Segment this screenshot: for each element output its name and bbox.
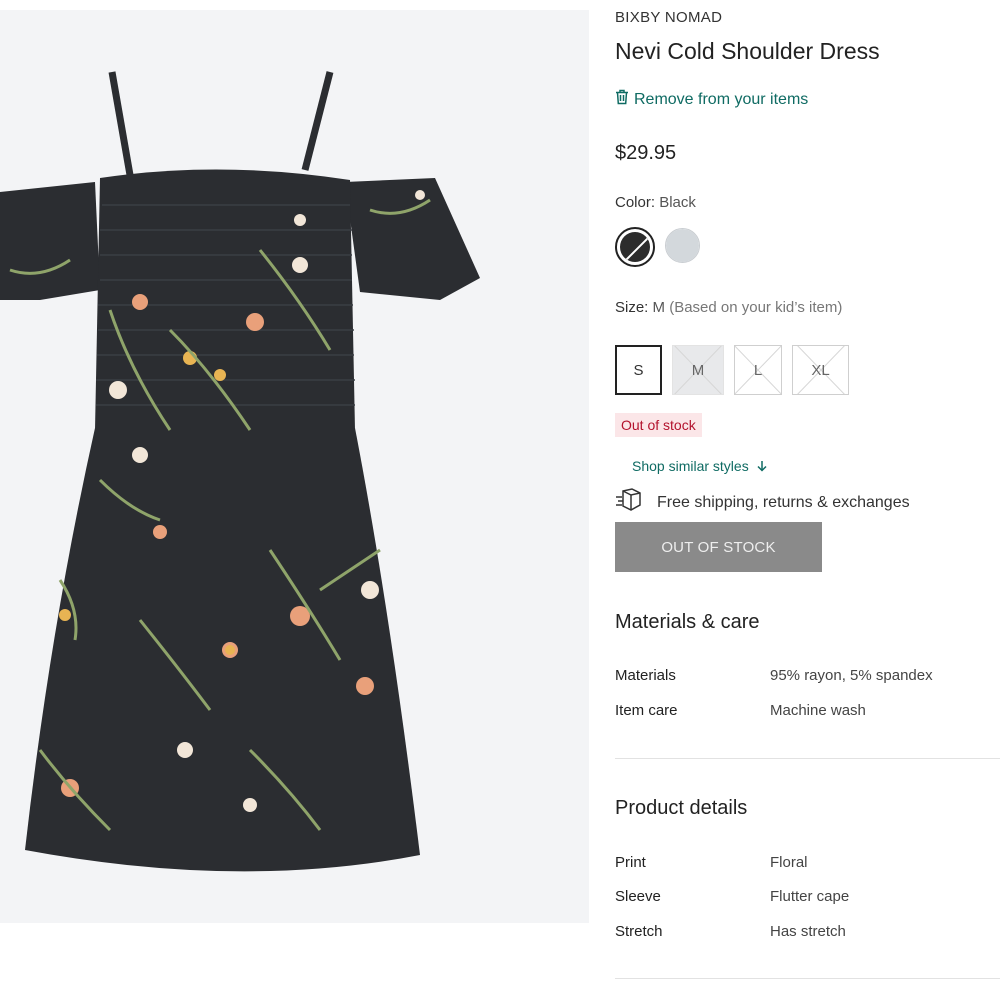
out-of-stock-button[interactable]: OUT OF STOCK xyxy=(615,522,822,572)
product-image[interactable] xyxy=(0,10,589,923)
left-sleeve xyxy=(0,182,100,300)
shop-similar-label: Shop similar styles xyxy=(632,458,749,474)
swatch-black[interactable] xyxy=(615,227,655,267)
spec-key: Item care xyxy=(615,702,678,719)
product-details-title: Product details xyxy=(615,797,748,819)
size-option-s[interactable]: S xyxy=(615,345,662,395)
color-label-row: Color: Black xyxy=(615,194,696,211)
size-label: Size: xyxy=(615,299,649,316)
shipping-text: Free shipping, returns & exchanges xyxy=(657,493,910,511)
brand-name[interactable]: BIXBY NOMAD xyxy=(615,9,722,26)
product-details-panel: BIXBY NOMAD Nevi Cold Shoulder Dress Rem… xyxy=(615,0,1000,1000)
size-label-row: Size: M (Based on your kid’s item) xyxy=(615,299,842,316)
section-divider xyxy=(615,978,1000,979)
remove-from-items-link[interactable]: Remove from your items xyxy=(615,89,808,110)
spec-value: Flutter cape xyxy=(770,888,850,905)
section-divider xyxy=(615,758,1000,759)
spec-value: 95% rayon, 5% spandex xyxy=(770,667,933,684)
remove-link-label: Remove from your items xyxy=(634,90,809,108)
arrow-down-icon xyxy=(753,458,768,474)
spec-value: Floral xyxy=(770,854,808,871)
spec-key: Stretch xyxy=(615,923,663,940)
materials-title: Materials & care xyxy=(615,611,760,633)
spec-key: Print xyxy=(615,854,646,871)
color-swatches xyxy=(615,227,700,267)
size-note: (Based on your kid’s item) xyxy=(669,299,843,316)
shipping-info: Free shipping, returns & exchanges xyxy=(615,488,910,517)
size-option-xl[interactable]: XL xyxy=(792,345,849,395)
size-value: M xyxy=(652,299,666,316)
product-title: Nevi Cold Shoulder Dress xyxy=(615,38,880,64)
spec-value: Machine wash xyxy=(770,702,866,719)
right-sleeve xyxy=(345,178,480,300)
shop-similar-link[interactable]: Shop similar styles xyxy=(632,458,768,474)
spec-key: Materials xyxy=(615,667,676,684)
spec-key: Sleeve xyxy=(615,888,661,905)
left-strap xyxy=(108,71,134,176)
size-options: S M L XL xyxy=(615,345,849,395)
swatch-grey[interactable] xyxy=(665,228,700,263)
out-of-stock-badge: Out of stock xyxy=(615,413,702,437)
size-option-l[interactable]: L xyxy=(734,345,782,395)
spec-value: Has stretch xyxy=(770,923,846,940)
color-label: Color: xyxy=(615,194,656,211)
right-strap xyxy=(301,71,334,171)
dress-illustration xyxy=(0,71,480,872)
package-icon xyxy=(615,488,641,517)
price: $29.95 xyxy=(615,142,677,164)
size-option-m[interactable]: M xyxy=(672,345,724,395)
color-value: Black xyxy=(659,194,696,211)
trash-icon xyxy=(615,89,629,110)
